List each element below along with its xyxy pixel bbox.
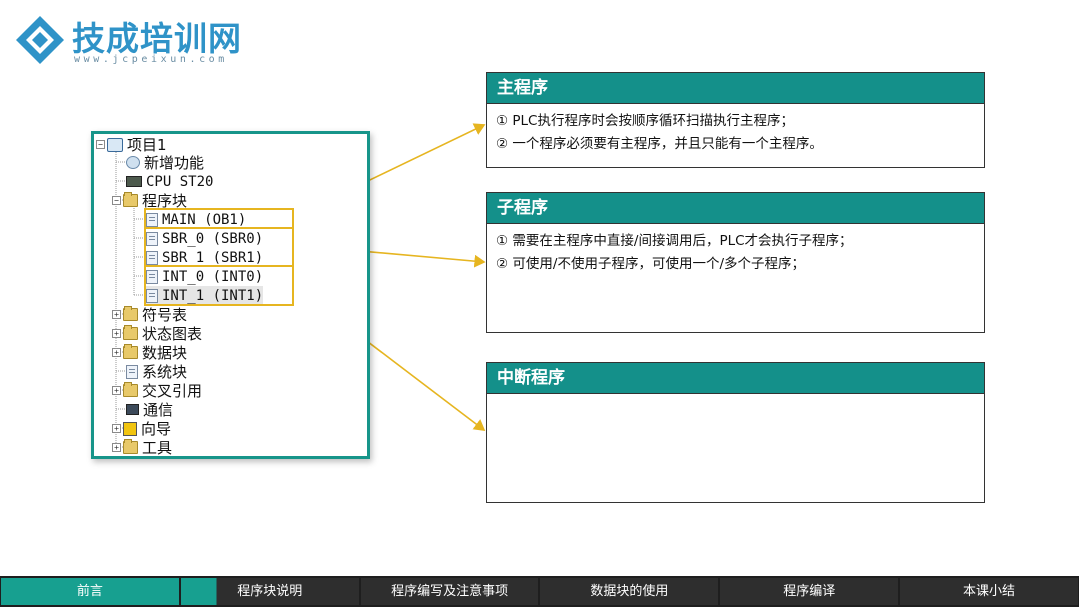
tree-item-label: 新增功能	[144, 154, 205, 172]
nav-item-label: 本课小结	[963, 584, 1016, 599]
subroutine-title: 子程序	[487, 193, 984, 224]
tree-item-label: CPU ST20	[146, 173, 214, 190]
tree-item-new-feature[interactable]: 新增功能	[126, 153, 204, 172]
bottom-nav: 前言 程序块说明 程序编写及注意事项 数据块的使用 程序编译 本课小结	[0, 576, 1079, 607]
collapse-icon[interactable]: −	[112, 196, 121, 205]
nav-item-program-block-intro[interactable]: 程序块说明	[180, 578, 359, 605]
nav-item-summary[interactable]: 本课小结	[900, 578, 1078, 605]
nav-item-label: 程序编写及注意事项	[391, 584, 509, 599]
tree-item-symbol-table[interactable]: + 符号表	[112, 305, 187, 324]
interrupt-highlight-box	[144, 265, 294, 306]
tree-item-communication[interactable]: 通信	[126, 400, 173, 419]
nav-item-label: 程序编译	[783, 584, 836, 599]
nav-item-compile[interactable]: 程序编译	[720, 578, 899, 605]
tree-item-label: 符号表	[142, 306, 188, 324]
interrupt-title: 中断程序	[487, 363, 984, 394]
tree-item-label: 向导	[141, 420, 172, 438]
expand-icon[interactable]: +	[112, 329, 121, 338]
new-feature-icon	[126, 156, 140, 169]
tree-item-label: 数据块	[142, 344, 188, 362]
folder-icon	[123, 439, 138, 454]
tree-item-system-block[interactable]: 系统块	[126, 362, 187, 381]
folder-icon	[123, 192, 138, 207]
nav-item-preface[interactable]: 前言	[1, 578, 179, 605]
nav-item-label: 数据块的使用	[590, 584, 669, 599]
folder-icon	[123, 306, 138, 321]
tree-item-status-chart[interactable]: + 状态图表	[112, 324, 202, 343]
tree-item-label: 工具	[142, 439, 173, 457]
nav-item-label: 程序块说明	[237, 584, 303, 599]
tree-item-tools[interactable]: + 工具	[112, 438, 172, 457]
tree-item-label: 通信	[143, 401, 174, 419]
folder-icon	[123, 344, 138, 359]
main-program-line-1: ① PLC执行程序时会按顺序循环扫描执行主程序；	[496, 113, 794, 129]
tree-item-wizard[interactable]: + 向导	[112, 419, 171, 438]
communication-icon	[126, 404, 139, 415]
expand-icon[interactable]: +	[112, 348, 121, 357]
expand-icon[interactable]: +	[112, 386, 121, 395]
expand-icon[interactable]: +	[112, 443, 121, 452]
main-highlight-box	[144, 208, 294, 229]
expand-icon[interactable]: +	[112, 310, 121, 319]
expand-icon[interactable]: +	[112, 424, 121, 433]
folder-icon	[123, 325, 138, 340]
subroutine-line-1: ① 需要在主程序中直接/间接调用后，PLC才会执行子程序；	[496, 233, 853, 249]
subroutine-line-2: ② 可使用/不使用子程序，可使用一个/多个子程序；	[496, 256, 805, 272]
cpu-icon	[126, 176, 142, 187]
collapse-icon[interactable]: −	[96, 140, 105, 149]
project-icon	[107, 137, 123, 152]
project-tree-panel: − 项目1 新增功能 CPU ST20 − 程序块 MAIN (OB1) SBR…	[91, 131, 370, 459]
main-program-title: 主程序	[487, 73, 984, 104]
interrupt-box: 中断程序	[486, 362, 985, 503]
tree-item-cpu[interactable]: CPU ST20	[126, 172, 213, 191]
subroutine-highlight-box	[144, 227, 294, 267]
tree-item-data-block[interactable]: + 数据块	[112, 343, 187, 362]
nav-item-programming-notes[interactable]: 程序编写及注意事项	[360, 578, 539, 605]
nav-item-data-block-usage[interactable]: 数据块的使用	[540, 578, 719, 605]
tree-item-label: 系统块	[142, 363, 188, 381]
subroutine-box: 子程序 ① 需要在主程序中直接/间接调用后，PLC才会执行子程序； ② 可使用/…	[486, 192, 985, 333]
tree-item-label: 交叉引用	[142, 382, 203, 400]
wizard-icon	[123, 421, 137, 436]
main-program-line-2: ② 一个程序必须要有主程序，并且只能有一个主程序。	[496, 136, 823, 152]
tree-item-label: 状态图表	[142, 325, 203, 343]
tree-item-cross-reference[interactable]: + 交叉引用	[112, 381, 202, 400]
system-block-icon	[126, 364, 138, 379]
nav-item-label: 前言	[76, 584, 103, 599]
folder-icon	[123, 382, 138, 397]
main-program-box: 主程序 ① PLC执行程序时会按顺序循环扫描执行主程序； ② 一个程序必须要有主…	[486, 72, 985, 168]
